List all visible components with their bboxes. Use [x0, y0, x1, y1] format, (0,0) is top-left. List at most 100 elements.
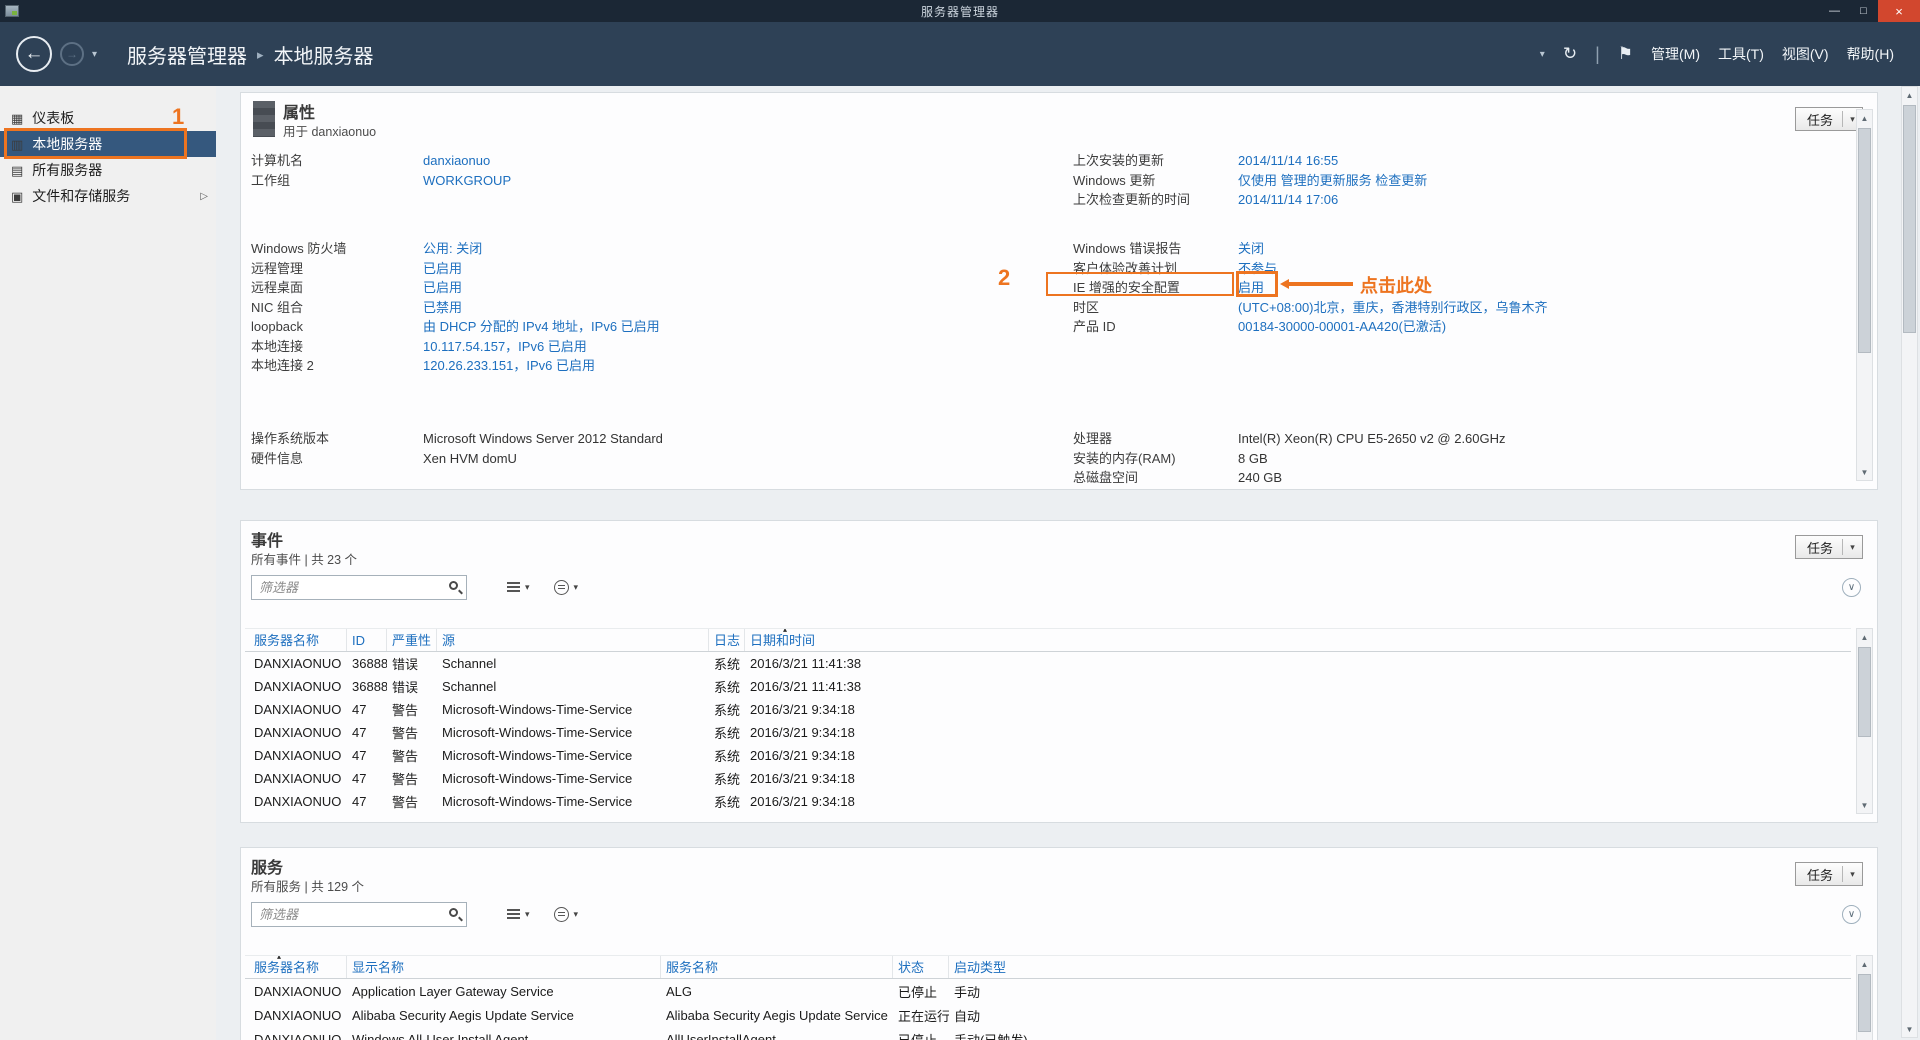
property-row: 本地连接 2 120.26.233.151，IPv6 已启用 — [251, 356, 1063, 376]
ie-enhanced-security-value-link[interactable]: 启用 — [1238, 278, 1264, 298]
breadcrumb-root[interactable]: 服务器管理器 — [127, 40, 247, 69]
scroll-down-icon[interactable]: ▼ — [1857, 464, 1872, 480]
cell: 错误 — [392, 680, 419, 695]
property-value-link[interactable]: danxiaonuo — [423, 151, 490, 171]
property-value-link[interactable]: 2014/11/14 16:55 — [1238, 151, 1338, 171]
maximize-icon: □ — [1860, 5, 1867, 17]
cell: 手动 — [954, 984, 981, 1000]
scroll-up-icon[interactable]: ▲ — [1857, 629, 1872, 645]
event-row[interactable]: DANXIAONUO 47 警告 Microsoft-Windows-Time-Ser… — [245, 744, 1851, 767]
property-value-link[interactable]: 由 DHCP 分配的 IPv4 地址，IPv6 已启用 — [423, 317, 660, 337]
property-value-link[interactable]: 120.26.233.151，IPv6 已启用 — [423, 356, 595, 376]
sort-icon: ▴ — [783, 629, 788, 634]
expand-right-icon[interactable]: ▷ — [200, 191, 208, 202]
property-value-link[interactable]: (UTC+08:00)北京，重庆，香港特别行政区，乌鲁木齐 — [1238, 298, 1548, 318]
scrollbar-thumb[interactable] — [1858, 647, 1871, 737]
services-tasks-button[interactable]: 任务 ▾ — [1794, 862, 1863, 886]
column-header[interactable]: ID — [347, 629, 387, 651]
column-header[interactable]: 显示名称 — [347, 956, 661, 978]
event-row[interactable]: DANXIAONUO 47 警告 Microsoft-Windows-Time-Ser… — [245, 790, 1851, 813]
cell: ALG — [666, 983, 693, 999]
events-tasks-button[interactable]: 任务 ▾ — [1794, 535, 1863, 559]
property-value-link[interactable]: 已启用 — [423, 278, 462, 298]
property-value-link[interactable]: 关闭 — [1238, 239, 1264, 259]
column-header[interactable]: 日志 — [709, 629, 745, 651]
search-icon — [449, 580, 458, 590]
service-row[interactable]: DANXIAONUO Windows All-User Install Agent… — [245, 1027, 1851, 1040]
events-query-list-button[interactable]: ▾ — [501, 575, 536, 600]
events-saved-query-button[interactable]: ▾ — [548, 575, 585, 600]
scroll-up-icon[interactable]: ▲ — [1857, 110, 1872, 126]
menu-tools[interactable]: 工具(T) — [1718, 44, 1764, 64]
back-button[interactable]: ← — [16, 36, 52, 72]
cell: Microsoft-Windows-Time-Service — [442, 725, 633, 740]
menu-help[interactable]: 帮助(H) — [1847, 44, 1894, 64]
forward-button[interactable]: → — [60, 42, 84, 66]
cell: 系统 — [714, 726, 741, 741]
property-value-link[interactable]: 10.117.54.157，IPv6 已启用 — [423, 337, 587, 357]
service-row[interactable]: DANXIAONUO Application Layer Gateway Serv… — [245, 979, 1851, 1003]
scrollbar-thumb[interactable] — [1858, 128, 1871, 353]
event-row[interactable]: DANXIAONUO 36888 错误 Schannel 系统 2016/3/21 11:… — [245, 675, 1851, 698]
property-value-link[interactable]: 2014/11/14 17:06 — [1238, 190, 1338, 210]
refresh-button[interactable]: ↻ — [1563, 44, 1577, 64]
property-value-link[interactable]: 公用: 关闭 — [423, 239, 482, 259]
cell: 2016/3/21 9:34:18 — [750, 771, 855, 786]
scroll-down-icon[interactable]: ▼ — [1857, 797, 1872, 813]
column-header[interactable]: 启动类型 — [949, 956, 1851, 978]
column-header[interactable]: 服务器名称 — [249, 629, 347, 651]
events-collapse-chevron[interactable]: ∨ — [1842, 578, 1861, 597]
cell: 警告 — [392, 703, 419, 718]
property-value-link[interactable]: WORKGROUP — [423, 171, 511, 191]
property-value-link[interactable]: 不参与 — [1238, 259, 1277, 279]
menu-view[interactable]: 视图(V) — [1782, 44, 1829, 64]
column-header[interactable]: 状态 — [893, 956, 949, 978]
scroll-up-icon[interactable]: ▲ — [1857, 956, 1872, 972]
column-header[interactable]: 源 — [437, 629, 709, 651]
cell: 2016/3/21 9:34:18 — [750, 748, 855, 763]
scrollbar-thumb[interactable] — [1858, 974, 1871, 1032]
cell: DANXIAONUO — [254, 983, 342, 999]
sidebar-item-label: 文件和存储服务 — [32, 188, 131, 204]
column-header-sorted[interactable]: ▴ 服务器名称 — [249, 956, 347, 978]
maximize-button[interactable]: □ — [1849, 0, 1878, 22]
services-query-list-button[interactable]: ▾ — [501, 902, 536, 927]
event-row[interactable]: DANXIAONUO 47 警告 Microsoft-Windows-Time-Ser… — [245, 721, 1851, 744]
column-header[interactable]: 严重性 — [387, 629, 437, 651]
sidebar-item-all-servers[interactable]: ▤ 所有服务器 — [0, 157, 216, 183]
scrollbar-thumb[interactable] — [1903, 105, 1916, 333]
property-value-link[interactable]: 已禁用 — [423, 298, 462, 318]
notifications-dropdown[interactable]: ▾ — [1540, 49, 1545, 60]
scroll-up-icon[interactable]: ▲ — [1902, 87, 1917, 103]
notifications-flag-button[interactable]: ⚑ — [1618, 44, 1633, 64]
event-row[interactable]: DANXIAONUO 36888 错误 Schannel 系统 2016/3/21 11:… — [245, 652, 1851, 675]
properties-tasks-button[interactable]: 任务 ▾ — [1794, 107, 1863, 131]
services-collapse-chevron[interactable]: ∨ — [1842, 905, 1861, 924]
sidebar-item-dashboard[interactable]: ▦ 仪表板 — [0, 105, 216, 131]
property-label: 计算机名 — [251, 153, 304, 168]
column-header-sorted[interactable]: ▴ 日期和时间 — [745, 629, 1851, 651]
close-button[interactable]: × — [1878, 0, 1920, 22]
services-filter-input[interactable] — [251, 901, 467, 927]
properties-panel: 属性 用于 danxiaonuo 任务 ▾ 计算机名 danxiaonuo 工作组… — [240, 92, 1878, 490]
property-value-link[interactable]: 00184-30000-00001-AA420(已激活) — [1238, 317, 1446, 337]
column-header[interactable]: 服务名称 — [661, 956, 893, 978]
sidebar-item-file-storage-services[interactable]: ▣ 文件和存储服务 ▷ — [0, 183, 216, 209]
event-row[interactable]: DANXIAONUO 47 警告 Microsoft-Windows-Time-Ser… — [245, 767, 1851, 790]
property-row: Windows 更新 仅使用 管理的更新服务 检查更新 — [1073, 171, 1865, 191]
property-value-link[interactable]: 仅使用 管理的更新服务 检查更新 — [1238, 171, 1427, 191]
event-row[interactable]: DANXIAONUO 47 警告 Microsoft-Windows-Time-Ser… — [245, 698, 1851, 721]
service-row[interactable]: DANXIAONUO Alibaba Security Aegis Update … — [245, 1003, 1851, 1027]
minimize-button[interactable]: — — [1820, 0, 1849, 22]
sidebar-item-local-server[interactable]: ▥ 本地服务器 — [0, 131, 216, 157]
scroll-down-icon[interactable]: ▼ — [1902, 1021, 1917, 1037]
property-value-link[interactable]: 已启用 — [423, 259, 462, 279]
menu-manage[interactable]: 管理(M) — [1651, 44, 1700, 64]
events-filter-input[interactable] — [251, 574, 467, 600]
services-saved-query-button[interactable]: ▾ — [548, 902, 585, 927]
cell: Microsoft-Windows-Time-Service — [442, 748, 633, 763]
scrollbar-track — [1857, 972, 1872, 1040]
history-dropdown[interactable]: ▾ — [92, 49, 97, 60]
main-area: ▦ 仪表板 ▥ 本地服务器 ▤ 所有服务器 ▣ 文件和存储服务 ▷ 属性 用于 … — [0, 86, 1920, 1040]
property-value: 8 GB — [1238, 450, 1268, 466]
